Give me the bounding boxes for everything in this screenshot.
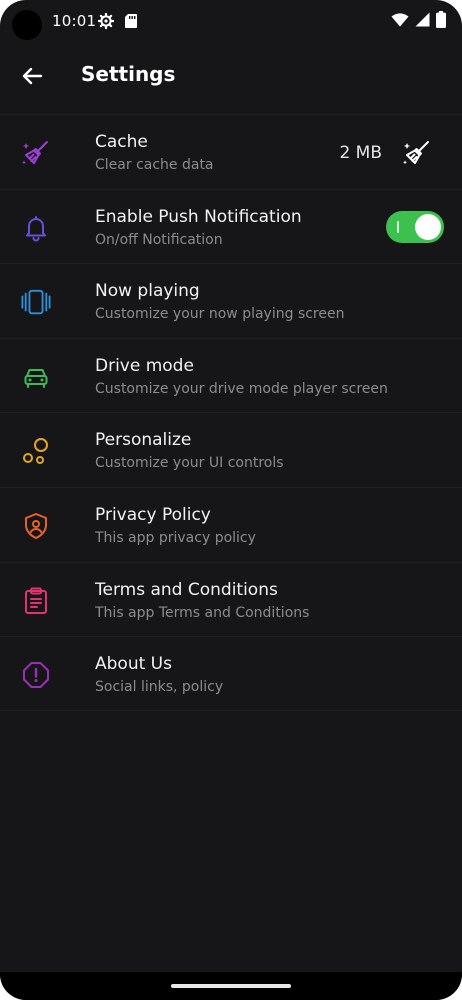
wifi-icon <box>391 12 409 31</box>
setting-title: Terms and Conditions <box>95 579 278 600</box>
settings-gear-icon <box>97 12 115 30</box>
page-title: Settings <box>81 62 176 86</box>
setting-row-terms[interactable]: Terms and Conditions This app Terms and … <box>0 561 462 637</box>
home-gesture-handle[interactable] <box>171 984 291 988</box>
settings-list: Cache Clear cache data 2 MB Enable Push … <box>0 114 462 711</box>
battery-icon <box>436 10 446 32</box>
clipboard-icon <box>21 586 51 616</box>
setting-title: Enable Push Notification <box>95 206 302 227</box>
status-bar: 10:01 <box>0 0 462 44</box>
camera-cutout <box>12 10 42 40</box>
navigation-bar <box>0 972 462 1000</box>
info-octagon-icon <box>21 660 51 690</box>
bell-icon <box>21 213 51 243</box>
arrow-left-icon <box>22 67 43 85</box>
cache-size-value: 2 MB <box>339 143 382 163</box>
setting-title: Privacy Policy <box>95 504 211 525</box>
broom-icon <box>403 141 429 165</box>
car-icon <box>21 362 51 392</box>
back-button[interactable] <box>14 58 50 94</box>
clear-cache-button[interactable] <box>402 138 432 168</box>
setting-subtitle: On/off Notification <box>95 231 223 248</box>
status-time: 10:01 <box>52 12 97 30</box>
toggle-knob <box>415 213 441 240</box>
setting-subtitle: This app Terms and Conditions <box>95 604 310 621</box>
setting-row-about[interactable]: About Us Social links, policy <box>0 636 462 711</box>
push-notification-toggle[interactable] <box>386 210 444 243</box>
setting-row-cache[interactable]: Cache Clear cache data 2 MB <box>0 114 462 189</box>
setting-row-privacy-policy[interactable]: Privacy Policy This app privacy policy <box>0 486 462 562</box>
sd-card-icon <box>124 13 140 29</box>
bubbles-icon <box>21 436 51 466</box>
setting-row-push-notification[interactable]: Enable Push Notification On/off Notifica… <box>0 188 462 264</box>
broom-icon <box>21 138 51 168</box>
setting-title: Personalize <box>95 430 192 451</box>
phone-screen: 10:01 Settings Cache Clear cache data 2 … <box>0 0 462 1000</box>
setting-row-personalize[interactable]: Personalize Customize your UI controls <box>0 412 462 487</box>
setting-subtitle: This app privacy policy <box>95 529 256 546</box>
setting-row-drive-mode[interactable]: Drive mode Customize your drive mode pla… <box>0 337 462 413</box>
setting-title: Now playing <box>95 281 200 302</box>
app-bar: Settings <box>0 44 462 108</box>
setting-title: Drive mode <box>95 355 194 376</box>
setting-subtitle: Clear cache data <box>95 157 214 173</box>
carousel-icon <box>21 287 51 317</box>
toggle-on-mark <box>397 220 399 233</box>
setting-subtitle: Customize your now playing screen <box>95 306 345 323</box>
status-indicators <box>391 10 446 32</box>
setting-subtitle: Customize your UI controls <box>95 455 284 472</box>
cellular-signal-icon <box>415 12 430 31</box>
setting-row-now-playing[interactable]: Now playing Customize your now playing s… <box>0 263 462 338</box>
setting-subtitle: Social links, policy <box>95 679 224 696</box>
setting-title: About Us <box>95 654 172 675</box>
setting-subtitle: Customize your drive mode player screen <box>95 380 388 397</box>
setting-title: Cache <box>95 132 148 152</box>
shield-icon <box>21 511 51 541</box>
